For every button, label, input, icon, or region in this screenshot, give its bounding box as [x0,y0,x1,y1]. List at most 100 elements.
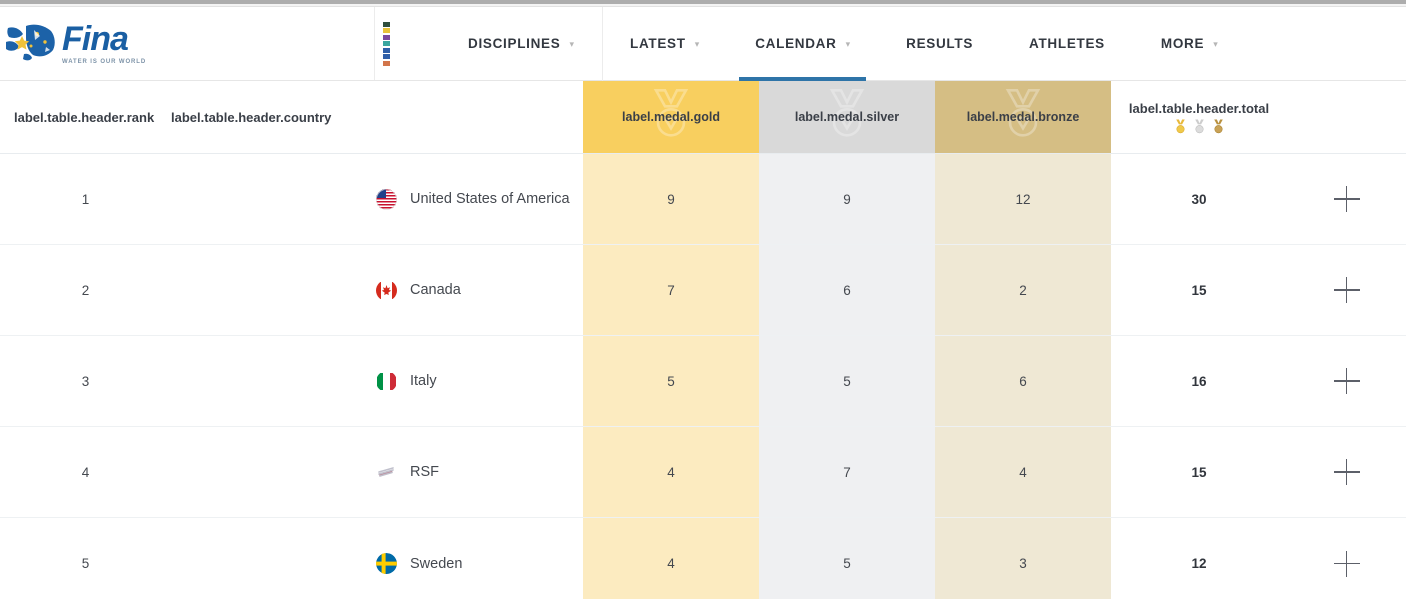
cell-gold: 4 [583,427,759,517]
cell-silver: 7 [759,427,935,517]
gold-count: 4 [667,556,675,571]
nav-item-label: RESULTS [906,36,974,51]
column-header-bronze-label: label.medal.bronze [966,110,1080,124]
site-header: Fina WATER IS OUR WORLD DISCIPLINES ▾ LATE… [0,6,1406,81]
cell-rank: 5 [0,518,171,599]
chevron-down-icon[interactable]: ▾ [569,40,574,49]
brand-text: Fina WATER IS OUR WORLD [62,22,146,65]
nav-divider [602,6,603,81]
column-header-expand [1287,81,1406,153]
brand-name: Fina [62,20,129,58]
cell-bronze: 6 [935,336,1111,426]
cell-bronze: 3 [935,518,1111,599]
country-name: Canada [410,282,461,298]
chevron-down-icon[interactable]: ▾ [1213,40,1218,49]
total-count: 15 [1191,282,1207,298]
cell-silver: 9 [759,154,935,244]
main-navigation: DISCIPLINES ▾ LATEST ▾ CALENDAR ▾ RESULTS ATHLE… [392,6,1406,81]
column-header-total[interactable]: label.table.header.total [1111,81,1287,153]
nav-item-label: DISCIPLINES [468,36,561,51]
country-name: Italy [410,373,437,389]
cell-country[interactable]: Canada [171,245,583,335]
color-dot [383,41,390,46]
color-dot [383,60,390,66]
table-row[interactable]: 2 Canada 7 6 2 15 [0,245,1406,336]
column-header-bronze[interactable]: label.medal.bronze [935,81,1111,153]
chevron-down-icon[interactable]: ▾ [846,40,851,49]
cell-total: 16 [1111,336,1287,426]
cell-rank: 4 [0,427,171,517]
country-name: RSF [410,464,439,480]
rank-value: 1 [81,191,90,207]
table-header-row: label.table.header.rank label.table.head… [0,81,1406,154]
cell-rank: 3 [0,336,171,426]
cell-silver: 5 [759,336,935,426]
rank-value: 5 [81,556,90,571]
nav-item-more[interactable]: MORE ▾ [1133,7,1246,81]
flag-canada-icon [376,280,397,301]
cell-silver: 6 [759,245,935,335]
table-row[interactable]: 3 Italy 5 5 6 16 [0,336,1406,427]
cell-country[interactable]: Sweden [171,518,583,599]
nav-item-results[interactable]: RESULTS [878,7,1001,81]
table-body: 1 United States of America 9 9 12 30 2 Canada 7 6… [0,154,1406,599]
flag-sweden-icon [376,553,397,574]
cell-country[interactable]: United States of America [171,154,583,244]
brand-logo[interactable]: Fina WATER IS OUR WORLD [0,7,375,80]
column-header-country[interactable]: label.table.header.country [171,81,583,153]
plus-icon[interactable] [1333,459,1360,485]
cell-rank: 1 [0,154,171,244]
color-dots-icon[interactable] [383,21,392,66]
color-dot [383,21,390,27]
total-count: 12 [1191,556,1207,571]
plus-icon[interactable] [1333,277,1360,303]
cell-silver: 5 [759,518,935,599]
column-header-silver[interactable]: label.medal.silver [759,81,935,153]
cell-gold: 7 [583,245,759,335]
cell-gold: 5 [583,336,759,426]
column-header-silver-label: label.medal.silver [794,110,900,124]
nav-item-athletes[interactable]: ATHLETES [1001,7,1133,81]
column-header-rank-label: label.table.header.rank [14,109,155,125]
table-row[interactable]: 4 RSF 4 7 4 15 [0,427,1406,518]
column-header-rank[interactable]: label.table.header.rank [0,81,171,153]
bronze-count: 3 [1019,556,1027,571]
cell-total: 12 [1111,518,1287,599]
medal-standings-page: Fina WATER IS OUR WORLD DISCIPLINES ▾ LATE… [0,0,1406,599]
silver-count: 5 [843,556,851,571]
column-header-gold[interactable]: label.medal.gold [583,81,759,153]
cell-country[interactable]: Italy [171,336,583,426]
column-header-gold-label: label.medal.gold [622,110,720,124]
cell-expand [1287,154,1406,244]
country-name: United States of America [410,191,570,207]
chevron-down-icon[interactable]: ▾ [695,40,700,49]
nav-item-label: MORE [1160,36,1205,51]
gold-count: 5 [667,373,675,389]
cell-total: 15 [1111,427,1287,517]
globe-icon [4,20,60,68]
country-name: Sweden [410,555,463,572]
medal-standings-table: label.table.header.rank label.table.head… [0,81,1406,599]
nav-item-disciplines[interactable]: DISCIPLINES ▾ [440,7,602,81]
column-header-country-label: label.table.header.country [171,109,332,125]
total-count: 15 [1191,464,1207,480]
nav-item-calendar[interactable]: CALENDAR ▾ [727,7,878,81]
nav-item-latest[interactable]: LATEST ▾ [602,6,727,81]
rank-value: 2 [81,282,90,298]
plus-icon[interactable] [1333,186,1360,212]
plus-icon[interactable] [1333,550,1360,577]
flag-italy-icon [376,371,397,392]
silver-count: 5 [843,373,851,389]
cell-country[interactable]: RSF [171,427,583,517]
bronze-count: 6 [1019,373,1027,389]
color-dot [383,47,390,53]
cell-gold: 9 [583,154,759,244]
total-count: 30 [1191,191,1207,207]
silver-count: 7 [843,464,851,480]
gold-medal-icon [1175,119,1185,133]
cell-bronze: 2 [935,245,1111,335]
cell-total: 15 [1111,245,1287,335]
table-row[interactable]: 5 Sweden 4 5 3 12 [0,518,1406,599]
table-row[interactable]: 1 United States of America 9 9 12 30 [0,154,1406,245]
plus-icon[interactable] [1333,368,1360,394]
